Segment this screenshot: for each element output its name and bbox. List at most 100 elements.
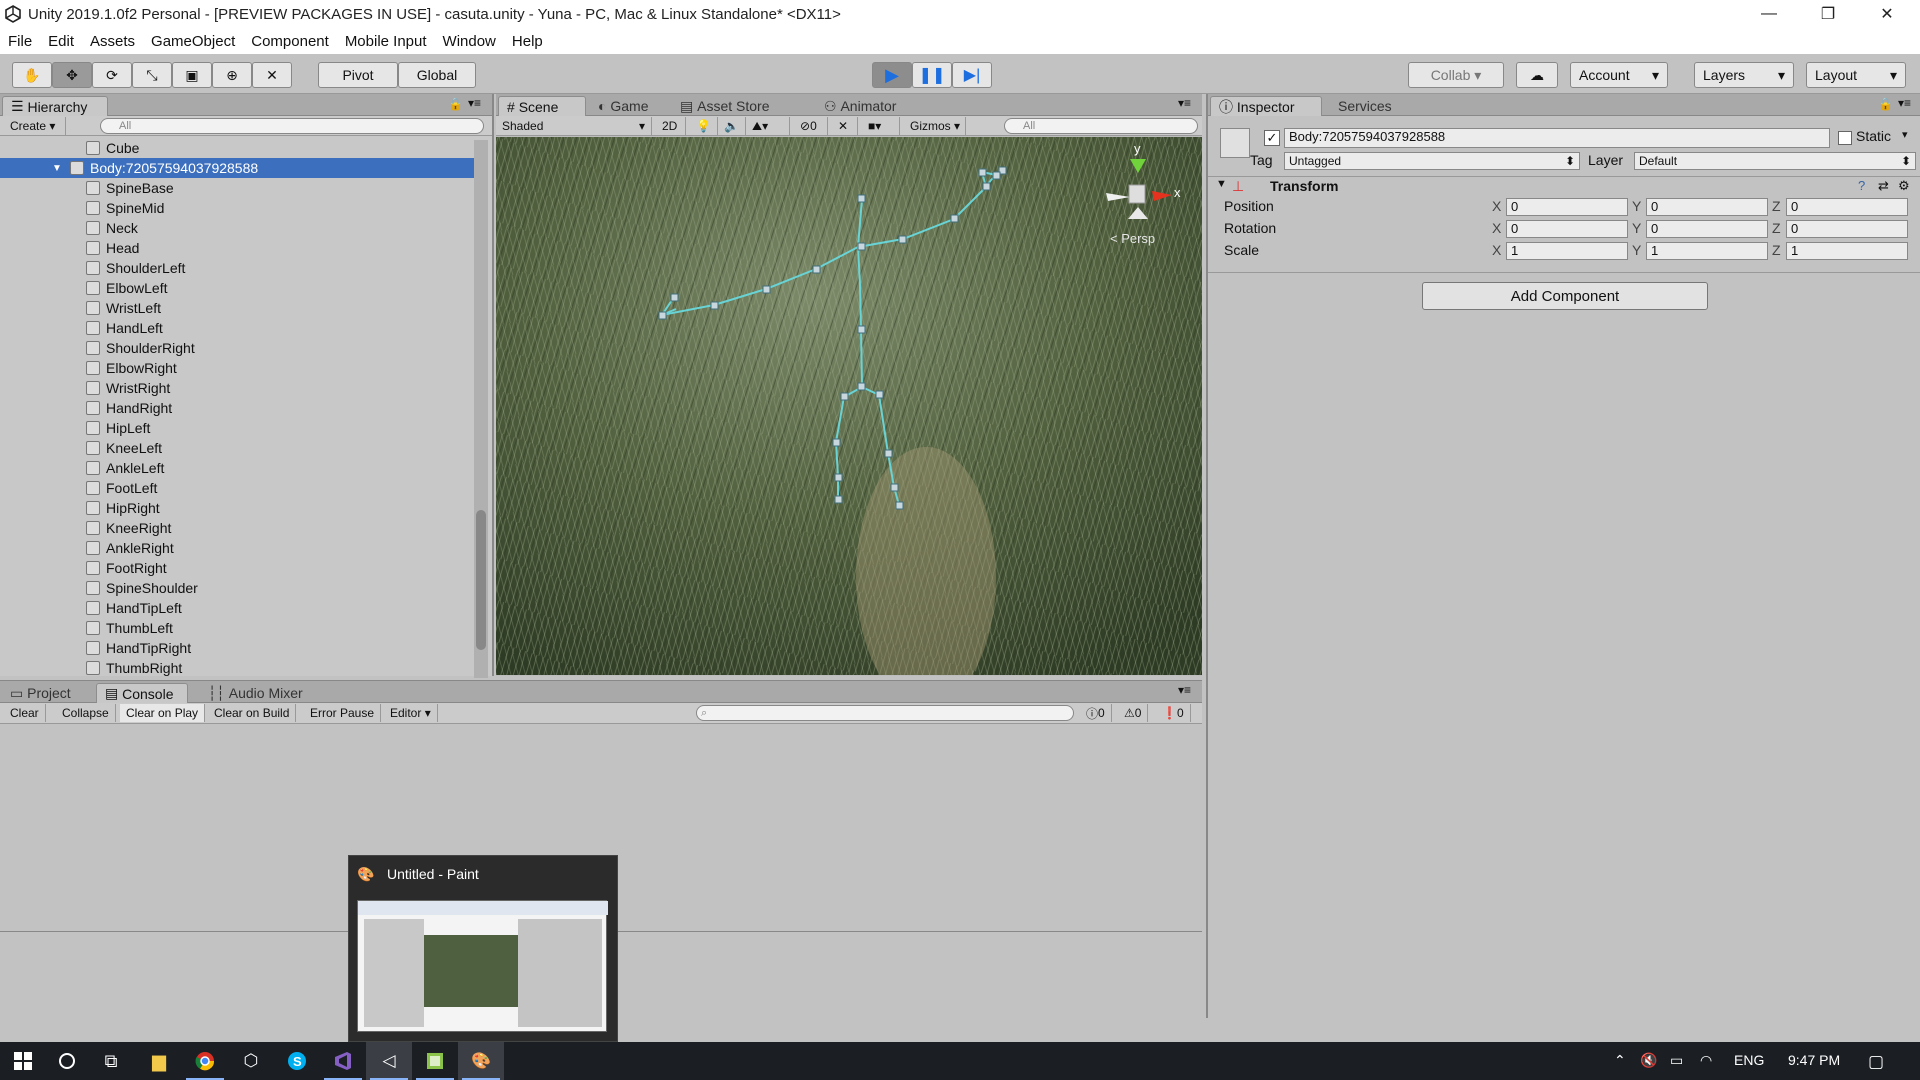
hierarchy-item[interactable]: SpineShoulder — [0, 578, 474, 598]
editor-dropdown[interactable]: Editor ▾ — [384, 704, 438, 722]
hierarchy-scrollbar[interactable] — [474, 140, 488, 678]
scroll-thumb[interactable] — [476, 510, 486, 650]
preset-icon[interactable]: ⇄ — [1878, 178, 1889, 194]
clear-button[interactable]: Clear — [4, 704, 46, 722]
tab-asset-store[interactable]: ▤ Asset Store — [672, 96, 778, 116]
hierarchy-item[interactable]: HandLeft — [0, 318, 474, 338]
panel-menu-icon[interactable]: ▾≡ — [1178, 96, 1191, 110]
battery-icon[interactable]: ▭ — [1670, 1052, 1683, 1069]
chrome-button[interactable] — [182, 1042, 228, 1080]
hierarchy-item[interactable]: HipRight — [0, 498, 474, 518]
custom-tool-button[interactable]: ✕ — [252, 62, 292, 88]
hierarchy-item[interactable]: ThumbLeft — [0, 618, 474, 638]
layer-dropdown[interactable]: Default ⬍ — [1634, 152, 1916, 170]
hierarchy-item[interactable]: Neck — [0, 218, 474, 238]
hierarchy-item[interactable]: Cube — [0, 138, 474, 158]
error-pause-button[interactable]: Error Pause — [304, 704, 382, 722]
menu-assets[interactable]: Assets — [90, 33, 135, 50]
move-tool-button[interactable]: ✥ — [52, 62, 92, 88]
panel-menu-icon[interactable]: ▾≡ — [1178, 683, 1191, 697]
camera-dropdown[interactable]: ■▾ — [862, 117, 900, 135]
rotate-tool-button[interactable]: ⟳ — [92, 62, 132, 88]
clear-on-play-button[interactable]: Clear on Play — [120, 704, 206, 722]
restore-button[interactable]: ❐ — [1799, 0, 1857, 28]
transform-x-input[interactable]: 0 — [1506, 198, 1628, 216]
object-name-input[interactable]: Body:72057594037928588 — [1284, 128, 1830, 148]
pivot-button[interactable]: Pivot — [318, 62, 398, 88]
paint-button[interactable]: 🎨 — [458, 1042, 504, 1080]
skype-button[interactable]: S — [274, 1042, 320, 1080]
cloud-button[interactable]: ☁ — [1516, 62, 1558, 88]
menu-file[interactable]: File — [8, 33, 32, 50]
hierarchy-item[interactable]: WristRight — [0, 378, 474, 398]
effects-dropdown[interactable]: ⛰▾ — [746, 117, 790, 135]
chevron-down-icon[interactable]: ▾ — [1902, 128, 1908, 141]
transform-y-input[interactable]: 0 — [1646, 220, 1768, 238]
hierarchy-item[interactable]: FootLeft — [0, 478, 474, 498]
tab-console[interactable]: ▤ Console — [96, 683, 188, 703]
collab-button[interactable]: Collab ▾ — [1408, 62, 1504, 88]
hierarchy-item[interactable]: Head — [0, 238, 474, 258]
hierarchy-item[interactable]: KneeRight — [0, 518, 474, 538]
transform-y-input[interactable]: 0 — [1646, 198, 1768, 216]
gear-icon[interactable]: ⚙ — [1898, 178, 1910, 194]
hidden-objects-toggle[interactable]: ⊘ 0 — [794, 117, 828, 135]
task-view-button[interactable]: ⧉ — [88, 1042, 134, 1080]
tab-audio-mixer[interactable]: ┆┆ Audio Mixer — [200, 683, 311, 703]
transform-x-input[interactable]: 1 — [1506, 242, 1628, 260]
add-component-button[interactable]: Add Component — [1422, 282, 1708, 310]
hierarchy-item[interactable]: WristLeft — [0, 298, 474, 318]
hierarchy-item[interactable]: AnkleLeft — [0, 458, 474, 478]
tab-scene[interactable]: # Scene — [498, 96, 586, 116]
error-filter-toggle[interactable]: ❗ 0 — [1156, 704, 1191, 722]
lock-icon[interactable]: 🔒 — [448, 97, 463, 111]
shading-dropdown[interactable]: Shaded ▾ — [496, 117, 652, 135]
start-button[interactable] — [0, 1042, 46, 1080]
hierarchy-item[interactable]: ShoulderLeft — [0, 258, 474, 278]
hierarchy-item[interactable]: ▼ Body:72057594037928588 — [0, 158, 474, 178]
account-dropdown[interactable]: Account ▾ — [1570, 62, 1668, 88]
transform-tool-button[interactable]: ⊕ — [212, 62, 252, 88]
foldout-arrow-icon[interactable]: ▼ — [1216, 178, 1227, 190]
foldout-arrow-icon[interactable]: ▼ — [52, 163, 62, 174]
layout-dropdown[interactable]: Layout ▾ — [1806, 62, 1906, 88]
scene-render[interactable]: y x < Persp — [496, 137, 1202, 675]
transform-z-input[interactable]: 0 — [1786, 198, 1908, 216]
transform-z-input[interactable]: 1 — [1786, 242, 1908, 260]
unity-hub-button[interactable]: ⬡ — [228, 1042, 274, 1080]
visual-studio-button[interactable] — [320, 1042, 366, 1080]
volume-muted-icon[interactable]: 🔇 — [1640, 1052, 1657, 1069]
static-checkbox[interactable] — [1838, 131, 1852, 145]
tag-dropdown[interactable]: Untagged ⬍ — [1284, 152, 1580, 170]
transform-x-input[interactable]: 0 — [1506, 220, 1628, 238]
scene-viewport[interactable]: y x < Persp — [496, 137, 1202, 675]
menu-help[interactable]: Help — [512, 33, 543, 50]
tab-game[interactable]: ◐ Game — [590, 96, 656, 116]
toggle-2d-button[interactable]: 2D — [656, 117, 686, 135]
clock[interactable]: 9:47 PM — [1788, 1052, 1840, 1068]
hierarchy-item[interactable]: AnkleRight — [0, 538, 474, 558]
file-explorer-button[interactable]: ▆ — [136, 1042, 182, 1080]
menu-gameobject[interactable]: GameObject — [151, 33, 235, 50]
scale-tool-button[interactable]: ⤡ — [132, 62, 172, 88]
tools-toggle[interactable]: ✕ — [832, 117, 858, 135]
persp-label[interactable]: < Persp — [1110, 231, 1155, 246]
taskbar-preview-popup[interactable]: 🎨 Untitled - Paint — [348, 855, 618, 1042]
panel-menu-icon[interactable]: ▾≡ — [1898, 96, 1911, 110]
unity-editor-button[interactable]: ◁ — [366, 1042, 412, 1080]
menu-window[interactable]: Window — [443, 33, 496, 50]
info-filter-toggle[interactable]: ⓘ 0 — [1080, 704, 1112, 722]
language-indicator[interactable]: ENG — [1734, 1052, 1764, 1068]
hierarchy-item[interactable]: HandTipLeft — [0, 598, 474, 618]
hierarchy-search-input[interactable]: All — [100, 118, 484, 134]
hand-tool-button[interactable]: ✋ — [12, 62, 52, 88]
tab-animator[interactable]: ⚇ Animator — [816, 96, 904, 116]
lighting-toggle[interactable]: 💡 — [690, 117, 718, 135]
warning-filter-toggle[interactable]: ⚠ 0 — [1118, 704, 1149, 722]
hierarchy-item[interactable]: ShoulderRight — [0, 338, 474, 358]
wifi-icon[interactable]: ◠ — [1700, 1052, 1712, 1069]
tab-inspector[interactable]: ⓘ Inspector — [1210, 96, 1322, 116]
search-taskbar-button[interactable] — [44, 1042, 90, 1080]
minimize-button[interactable]: — — [1740, 0, 1798, 28]
audio-toggle[interactable]: 🔈 — [718, 117, 746, 135]
